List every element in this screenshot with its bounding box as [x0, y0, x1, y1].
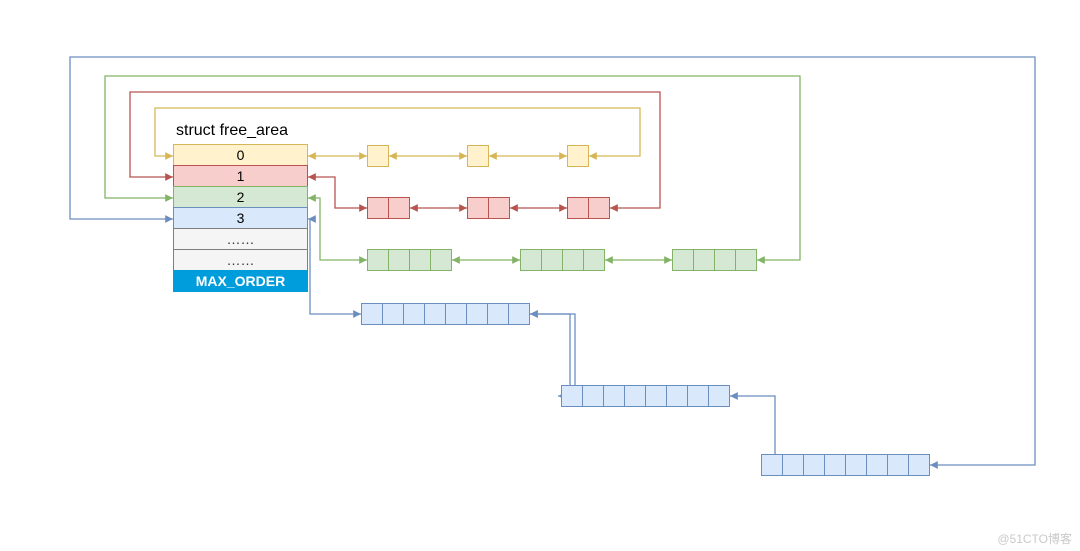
row-order-2: 2 [173, 186, 308, 208]
row-order-3: 3 [173, 207, 308, 229]
row-max-order: MAX_ORDER [173, 270, 308, 292]
free-area-table: 0 1 2 3 …… …… MAX_ORDER [173, 145, 308, 292]
block-o3-1 [361, 303, 530, 325]
watermark: @51CTO博客 [997, 530, 1072, 547]
struct-title: struct free_area [176, 122, 288, 140]
block-o3-2 [561, 385, 730, 407]
block-o0-2 [467, 145, 489, 167]
block-o3-3 [761, 454, 930, 476]
row-dots-2: …… [173, 249, 308, 271]
block-o2-3 [672, 249, 757, 271]
block-o2-1 [367, 249, 452, 271]
block-o2-2 [520, 249, 605, 271]
row-dots-1: …… [173, 228, 308, 250]
block-o1-2 [467, 197, 510, 219]
row-order-0: 0 [173, 144, 308, 166]
row-order-1: 1 [173, 165, 308, 187]
diagram-canvas: struct free_area 0 1 2 3 …… …… MAX_ORDER… [0, 0, 1080, 551]
block-o1-1 [367, 197, 410, 219]
block-o1-3 [567, 197, 610, 219]
block-o0-3 [567, 145, 589, 167]
block-o0-1 [367, 145, 389, 167]
